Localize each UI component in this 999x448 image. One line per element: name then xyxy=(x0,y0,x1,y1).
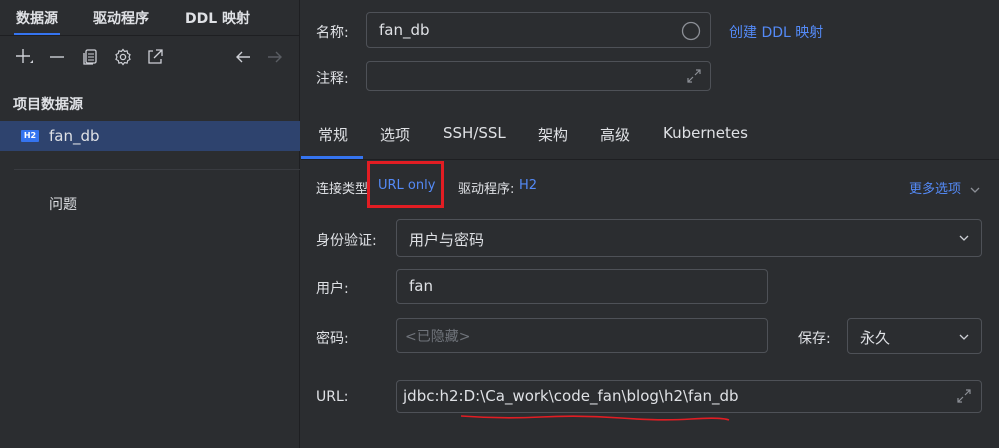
auth-select[interactable]: 用户与密码 xyxy=(396,219,982,257)
auth-label: 身份验证: xyxy=(316,233,377,249)
annotation-underline xyxy=(461,415,730,421)
remove-icon[interactable] xyxy=(46,46,68,68)
h2-database-icon: H2 xyxy=(21,130,39,142)
chevron-down-icon xyxy=(959,334,969,340)
name-label: 名称: xyxy=(316,25,349,41)
datasource-item[interactable]: H2 fan_db xyxy=(0,121,300,151)
name-value: fan_db xyxy=(379,21,430,39)
user-label: 用户: xyxy=(316,281,349,297)
create-ddl-mapping-link[interactable]: 创建 DDL 映射 xyxy=(729,22,823,42)
user-field[interactable]: fan xyxy=(396,269,768,304)
tab-kubernetes[interactable]: Kubernetes xyxy=(663,124,748,142)
comment-field[interactable] xyxy=(366,61,711,91)
datasource-panel: 数据源 驱动程序 DDL 映射 项目数据源 H2 fan_db 问题 xyxy=(0,0,300,448)
tab-options[interactable]: 选项 xyxy=(380,124,410,145)
url-value: jdbc:h2:D:\Ca_work\code_fan\blog\h2\fan_… xyxy=(403,387,739,405)
tab-advanced[interactable]: 高级 xyxy=(600,124,630,145)
tab-drivers[interactable]: 驱动程序 xyxy=(93,8,149,28)
back-arrow-icon[interactable] xyxy=(232,46,254,68)
expand-icon[interactable] xyxy=(685,67,703,85)
divider xyxy=(301,159,999,160)
datasource-settings: 名称: fan_db 创建 DDL 映射 注释: 常规 选项 SSH/SSL 架… xyxy=(301,0,999,448)
tab-ssh-ssl[interactable]: SSH/SSL xyxy=(443,124,506,142)
save-label: 保存: xyxy=(798,331,831,347)
settings-icon[interactable] xyxy=(112,46,134,68)
annotation-highlight-box xyxy=(367,161,444,208)
connection-type-label: 连接类型 xyxy=(316,182,369,197)
tab-general[interactable]: 常规 xyxy=(318,124,348,145)
comment-label: 注释: xyxy=(316,71,349,87)
save-select[interactable]: 永久 xyxy=(847,318,982,354)
more-options-label: 更多选项 xyxy=(909,182,962,197)
datasource-name: fan_db xyxy=(49,127,100,145)
password-placeholder: <已隐藏> xyxy=(405,329,471,345)
url-label: URL: xyxy=(316,389,349,405)
copy-icon[interactable] xyxy=(79,46,101,68)
add-icon[interactable] xyxy=(13,46,35,68)
password-label: 密码: xyxy=(316,331,349,347)
open-external-icon[interactable] xyxy=(144,46,166,68)
user-value: fan xyxy=(409,277,433,295)
forward-arrow-icon[interactable] xyxy=(264,46,286,68)
password-field[interactable]: <已隐藏> xyxy=(396,318,768,353)
divider xyxy=(0,35,300,36)
project-datasources-heading: 项目数据源 xyxy=(13,97,83,113)
driver-h2-link[interactable]: H2 xyxy=(519,178,537,193)
expand-icon[interactable] xyxy=(955,387,973,405)
chevron-down-icon xyxy=(959,235,969,241)
settings-tab-bar: 常规 选项 SSH/SSL 架构 高级 Kubernetes xyxy=(301,116,999,160)
divider xyxy=(14,169,300,170)
name-field[interactable]: fan_db xyxy=(366,12,711,48)
chevron-down-icon xyxy=(970,187,980,193)
more-options-link[interactable]: 更多选项 xyxy=(909,178,980,197)
tab-schemas[interactable]: 架构 xyxy=(538,124,568,145)
tab-ddl-mappings[interactable]: DDL 映射 xyxy=(185,8,250,28)
driver-label: 驱动程序: xyxy=(458,182,515,197)
auth-value: 用户与密码 xyxy=(409,231,485,249)
url-field[interactable]: jdbc:h2:D:\Ca_work\code_fan\blog\h2\fan_… xyxy=(396,380,982,413)
color-circle-icon[interactable] xyxy=(681,21,701,41)
tab-datasources[interactable]: 数据源 xyxy=(14,8,60,36)
left-tab-bar: 数据源 驱动程序 DDL 映射 xyxy=(0,0,300,36)
save-value: 永久 xyxy=(860,329,891,347)
problems-item[interactable]: 问题 xyxy=(49,194,77,214)
